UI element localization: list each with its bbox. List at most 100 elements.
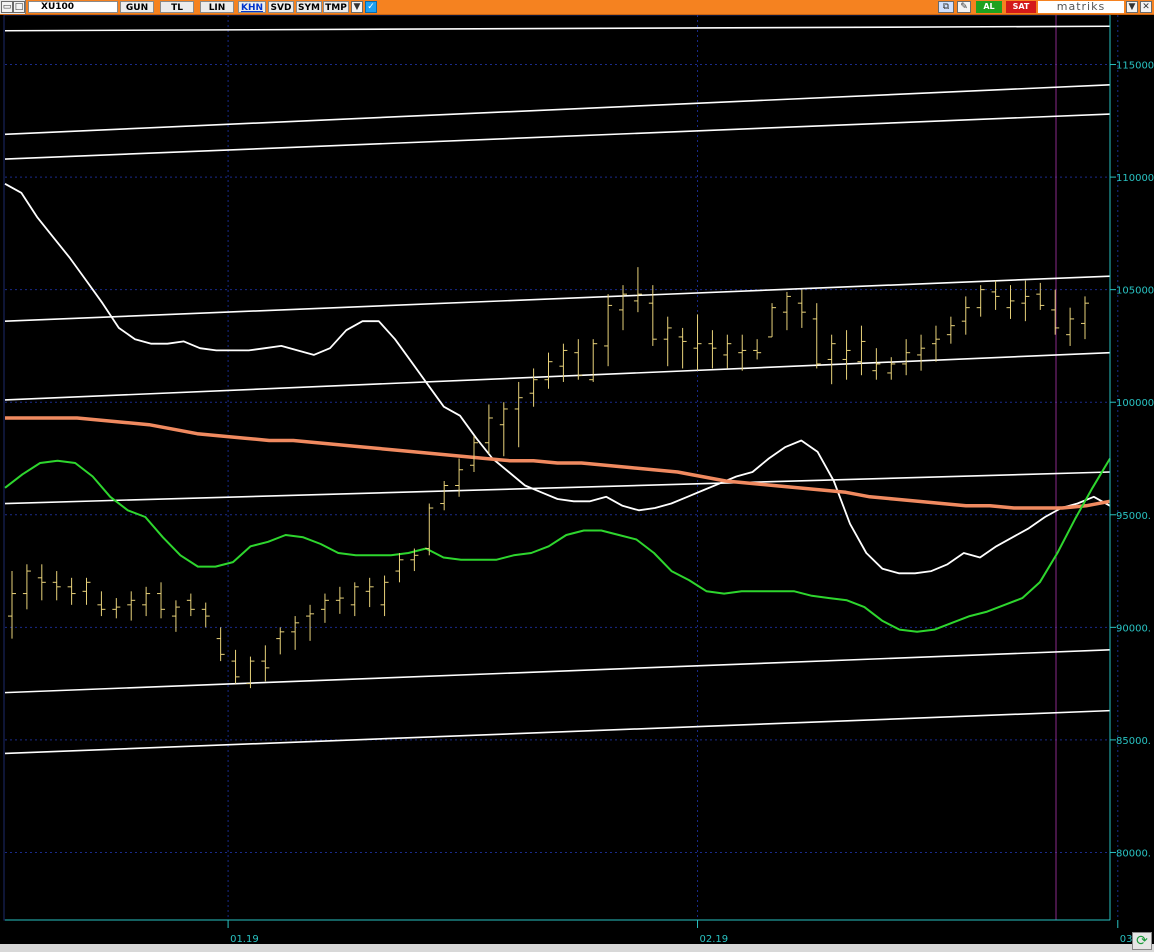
ohlc-bar [976, 285, 985, 317]
refresh-icon[interactable]: ⟳ [1132, 932, 1152, 950]
ohlc-bar [738, 334, 747, 371]
ohlc-bar [782, 291, 791, 331]
sym-button[interactable]: SYM [296, 1, 322, 13]
ohlc-bar [917, 334, 926, 371]
orange-series-line [5, 416, 1111, 510]
y-tick-label: 85000. [1116, 736, 1151, 747]
y-tick-label: 100000. [1116, 398, 1154, 409]
ohlc-bar [216, 627, 225, 662]
ohlc-bar [37, 564, 46, 601]
ohlc-bar [827, 334, 836, 385]
brand-logo: matriks [1038, 1, 1124, 13]
menu-dropdown-icon[interactable]: ▼ [1126, 1, 1138, 13]
twitter-icon[interactable]: ✓ [365, 1, 377, 13]
ohlc-bar [469, 435, 478, 473]
ohlc-bar [157, 582, 166, 619]
channel-line [4, 275, 1111, 322]
symbol-field[interactable]: XU100 [28, 1, 118, 13]
y-tick-label: 90000. [1116, 623, 1151, 634]
ohlc-bar [395, 553, 404, 583]
y-tick-label: 105000. [1116, 286, 1154, 297]
ohlc-bar [1081, 296, 1089, 340]
symbol-text: XU100 [41, 2, 75, 12]
channel-line [4, 83, 1111, 136]
ohlc-bar [768, 303, 777, 338]
maximize-icon[interactable]: □ [13, 1, 25, 13]
ohlc-bar [201, 602, 210, 628]
tmp-button[interactable]: TMP [323, 1, 349, 13]
ohlc-bar [574, 339, 583, 380]
ohlc-bar [142, 586, 151, 617]
channel-line [4, 25, 1111, 32]
pen-icon[interactable]: ✎ [957, 1, 971, 13]
dropdown-icon[interactable]: ▼ [351, 1, 363, 13]
price-chart[interactable]: 115000. 110000. 105000. 100000. 95000. 90000.… [0, 15, 1154, 944]
channel-line [4, 709, 1111, 755]
ohlc-bar [961, 296, 970, 335]
ohlc-bar [306, 604, 315, 641]
channel-line [4, 113, 1111, 160]
ohlc-bar [931, 325, 940, 362]
y-tick-label: 80000. [1116, 848, 1151, 859]
ohlc-bar [276, 627, 285, 655]
ohlc-bar [991, 280, 1000, 310]
grid [3, 15, 1119, 921]
khn-button[interactable]: KHN [238, 1, 266, 13]
ohlc-bar [291, 616, 300, 650]
indicator-series [4, 183, 1111, 633]
ohlc-bar [440, 481, 449, 511]
bottom-scrollbar[interactable] [0, 944, 1154, 952]
ohlc-bar [1051, 289, 1060, 335]
channel-lines [4, 25, 1111, 755]
window-icon[interactable]: ⧉ [938, 1, 954, 13]
tl-button[interactable]: TL [160, 1, 194, 13]
ohlc-bar [8, 571, 16, 639]
ohlc-bar [1021, 280, 1030, 322]
ohlc-bar [842, 330, 851, 380]
ohlc-bar [22, 564, 31, 610]
green-series-line [4, 457, 1111, 633]
ohlc-bar [499, 402, 508, 457]
ohlc-bar [67, 577, 76, 605]
lin-button[interactable]: LIN [200, 1, 234, 13]
ohlc-bar [544, 352, 553, 389]
ohlc-bar [812, 303, 821, 369]
restore-icon[interactable]: ▭ [1, 1, 13, 13]
close-icon[interactable]: ✕ [1140, 1, 1152, 13]
ohlc-bar [186, 593, 195, 617]
ohlc-bar [604, 294, 613, 367]
ohlc-bar [529, 368, 538, 407]
al-button[interactable]: AL [976, 1, 1002, 13]
ohlc-bar [112, 598, 121, 619]
ohlc-bar [663, 316, 672, 367]
ohlc-bar [82, 577, 91, 605]
y-tick-label: 115000. [1116, 61, 1154, 72]
ohlc-bar [261, 645, 270, 682]
ohlc-bar [320, 593, 329, 623]
channel-line [4, 649, 1111, 694]
ohlc-bar [857, 325, 866, 376]
ohlc-bar [708, 330, 717, 369]
ohlc-bar [484, 404, 493, 454]
ohlc-bar [619, 285, 628, 331]
ohlc-bar [753, 339, 762, 360]
sat-button[interactable]: SAT [1006, 1, 1036, 13]
ohlc-bar [693, 314, 702, 371]
ohlc-bar [335, 586, 344, 614]
axes: 115000. 110000. 105000. 100000. 95000. 90000.… [5, 15, 1154, 944]
gun-button[interactable]: GUN [120, 1, 154, 13]
ohlc-bar [797, 289, 806, 328]
ohlc-bar [380, 575, 389, 617]
y-tick-label: 110000. [1116, 173, 1154, 184]
ohlc-bar [946, 316, 955, 344]
svd-button[interactable]: SVD [268, 1, 294, 13]
channel-line [4, 351, 1111, 401]
ohlc-bar [514, 381, 523, 448]
ohlc-bar [365, 577, 374, 608]
ohlc-bar [97, 591, 106, 617]
ohlc-bar [723, 334, 732, 369]
ohlc-bar [425, 503, 434, 556]
ohlc-bar [1066, 307, 1075, 346]
ohlc-bar [52, 571, 61, 601]
ohlc-bar [678, 327, 687, 369]
